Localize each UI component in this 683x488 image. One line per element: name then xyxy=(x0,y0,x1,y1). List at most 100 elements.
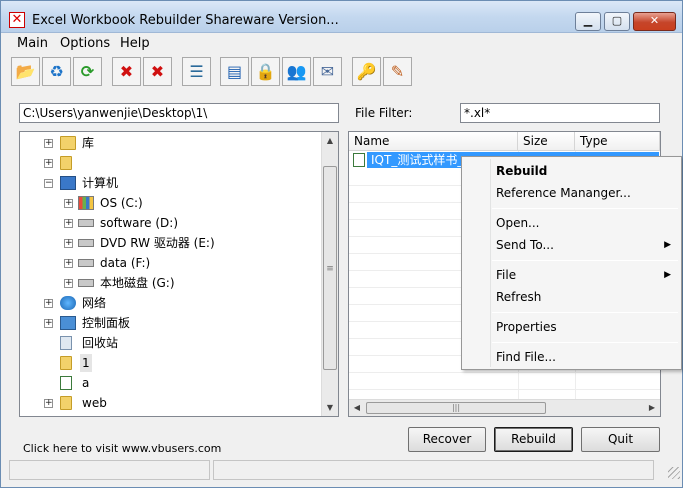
open-folder-button[interactable]: 📂 xyxy=(11,57,40,86)
resize-grip-icon[interactable] xyxy=(668,467,680,479)
menu-help[interactable]: Help xyxy=(120,36,150,51)
key-icon: 🔑 xyxy=(356,61,377,81)
path-input[interactable]: C:\Users\yanwenjie\Desktop\1\ xyxy=(19,103,339,123)
network-icon xyxy=(60,296,76,310)
tree-item-label: software (D:) xyxy=(100,216,178,230)
tree-add-button[interactable]: ☰ xyxy=(182,57,211,86)
tree-item-label: web xyxy=(82,396,107,410)
expand-icon[interactable]: + xyxy=(64,239,73,248)
column-name[interactable]: Name xyxy=(349,132,518,151)
title-bar[interactable]: ✕ Excel Workbook Rebuilder Shareware Ver… xyxy=(1,1,682,33)
status-pane xyxy=(213,460,654,480)
lock-icon: 🔒 xyxy=(255,61,276,81)
expand-icon[interactable]: + xyxy=(44,139,53,148)
context-item-properties[interactable]: Properties xyxy=(464,316,679,338)
delete-button[interactable]: ✖ xyxy=(112,57,141,86)
tree-item-label: 本地磁盘 (G:) xyxy=(100,276,175,290)
delete-all-button[interactable]: ✖ xyxy=(143,57,172,86)
context-item-refresh[interactable]: Refresh xyxy=(464,286,679,308)
tree-add-icon: ☰ xyxy=(189,61,204,81)
window-title: Excel Workbook Rebuilder Shareware Versi… xyxy=(32,13,339,28)
context-item-reference-manager[interactable]: Reference Mananger... xyxy=(464,182,679,204)
tree-item-label: 库 xyxy=(82,136,95,150)
menu-separator xyxy=(492,312,678,313)
refresh-button[interactable]: ⟳ xyxy=(73,57,102,86)
context-item-file[interactable]: File ▶ xyxy=(464,264,679,286)
key-button[interactable]: 🔑 xyxy=(352,57,381,86)
list-horizontal-scrollbar[interactable]: ◀ ||| ▶ xyxy=(349,399,660,416)
minimize-button[interactable]: ▁ xyxy=(575,12,601,31)
windows-drive-icon xyxy=(78,196,94,210)
expand-icon[interactable]: + xyxy=(64,199,73,208)
expand-icon[interactable]: + xyxy=(44,399,53,408)
edit-button[interactable]: ✎ xyxy=(383,57,412,86)
menu-separator xyxy=(492,260,678,261)
lock-button[interactable]: 🔒 xyxy=(251,57,280,86)
tree-item-label: 1 xyxy=(80,354,92,372)
submenu-arrow-icon: ▶ xyxy=(664,240,671,250)
refresh-globe-icon: ♻ xyxy=(49,61,64,81)
grid-line xyxy=(349,372,660,373)
column-type[interactable]: Type xyxy=(575,132,660,151)
mail-button[interactable]: ✉ xyxy=(313,57,342,86)
scroll-up-icon[interactable]: ▲ xyxy=(322,132,338,149)
rebuild-button[interactable]: Rebuild xyxy=(494,427,573,452)
dvd-drive-icon xyxy=(78,239,94,247)
users-button[interactable]: 👥 xyxy=(282,57,311,86)
scroll-thumb[interactable]: ≡ xyxy=(323,166,337,370)
context-item-rebuild[interactable]: Rebuild xyxy=(464,160,679,182)
visit-website-link[interactable]: Click here to visit www.vbusers.com xyxy=(23,442,221,455)
expand-icon[interactable]: + xyxy=(44,299,53,308)
expand-icon[interactable]: + xyxy=(64,219,73,228)
scroll-left-icon[interactable]: ◀ xyxy=(349,400,365,416)
expand-icon[interactable]: + xyxy=(64,259,73,268)
maximize-button[interactable]: ▢ xyxy=(604,12,630,31)
status-pane xyxy=(9,460,210,480)
app-icon[interactable]: ✕ xyxy=(9,12,25,28)
column-size[interactable]: Size xyxy=(518,132,575,151)
context-item-find-file[interactable]: Find File... xyxy=(464,346,679,368)
tree-item-label: 计算机 xyxy=(82,176,119,190)
drive-icon xyxy=(78,279,94,287)
tree-item-label: DVD RW 驱动器 (E:) xyxy=(100,236,215,250)
mail-icon: ✉ xyxy=(320,61,335,81)
close-button[interactable]: ✕ xyxy=(633,12,676,31)
expand-icon[interactable]: + xyxy=(44,159,53,168)
refresh-globe-button[interactable]: ♻ xyxy=(42,57,71,86)
refresh-icon: ⟳ xyxy=(80,61,95,81)
drive-icon xyxy=(78,259,94,267)
menu-main[interactable]: Main xyxy=(17,36,48,51)
tree-item-label: 控制面板 xyxy=(82,316,131,330)
folder-icon xyxy=(60,396,72,410)
computer-icon xyxy=(60,176,76,190)
folder-tree[interactable]: + 库 + − 计算机 + OS (C:) + software (D:) + … xyxy=(19,131,339,417)
menu-separator xyxy=(492,208,678,209)
expand-icon[interactable]: + xyxy=(44,319,53,328)
excel-file-icon xyxy=(353,153,365,167)
file-filter-input[interactable]: *.xl* xyxy=(460,103,660,123)
properties-button[interactable]: ▤ xyxy=(220,57,249,86)
toolbar: 📂 ♻ ⟳ ✖ ✖ ☰ ▤ 🔒 👥 ✉ 🔑 ✎ xyxy=(1,54,682,92)
quit-button[interactable]: Quit xyxy=(581,427,660,452)
tree-item-label: 回收站 xyxy=(82,336,119,350)
collapse-icon[interactable]: − xyxy=(44,179,53,188)
recover-button[interactable]: Recover xyxy=(408,427,486,452)
menu-options[interactable]: Options xyxy=(60,36,110,51)
scroll-right-icon[interactable]: ▶ xyxy=(644,400,660,416)
scroll-down-icon[interactable]: ▼ xyxy=(322,399,338,416)
user-folder-icon xyxy=(60,156,72,170)
context-item-open[interactable]: Open... xyxy=(464,212,679,234)
context-item-send-to[interactable]: Send To... ▶ xyxy=(464,234,679,256)
tree-vertical-scrollbar[interactable]: ▲ ≡ ▼ xyxy=(321,132,338,416)
open-folder-icon: 📂 xyxy=(15,61,36,81)
tree-item-label: data (F:) xyxy=(100,256,151,270)
list-header: Name Size Type xyxy=(349,132,660,151)
library-folder-icon xyxy=(60,136,76,150)
delete-icon: ✖ xyxy=(119,61,134,81)
control-panel-icon xyxy=(60,316,76,330)
scroll-thumb[interactable]: ||| xyxy=(366,402,546,414)
grid-line xyxy=(349,389,660,390)
properties-icon: ▤ xyxy=(226,61,243,81)
expand-icon[interactable]: + xyxy=(64,279,73,288)
menu-bar: Main Options Help xyxy=(1,33,682,53)
